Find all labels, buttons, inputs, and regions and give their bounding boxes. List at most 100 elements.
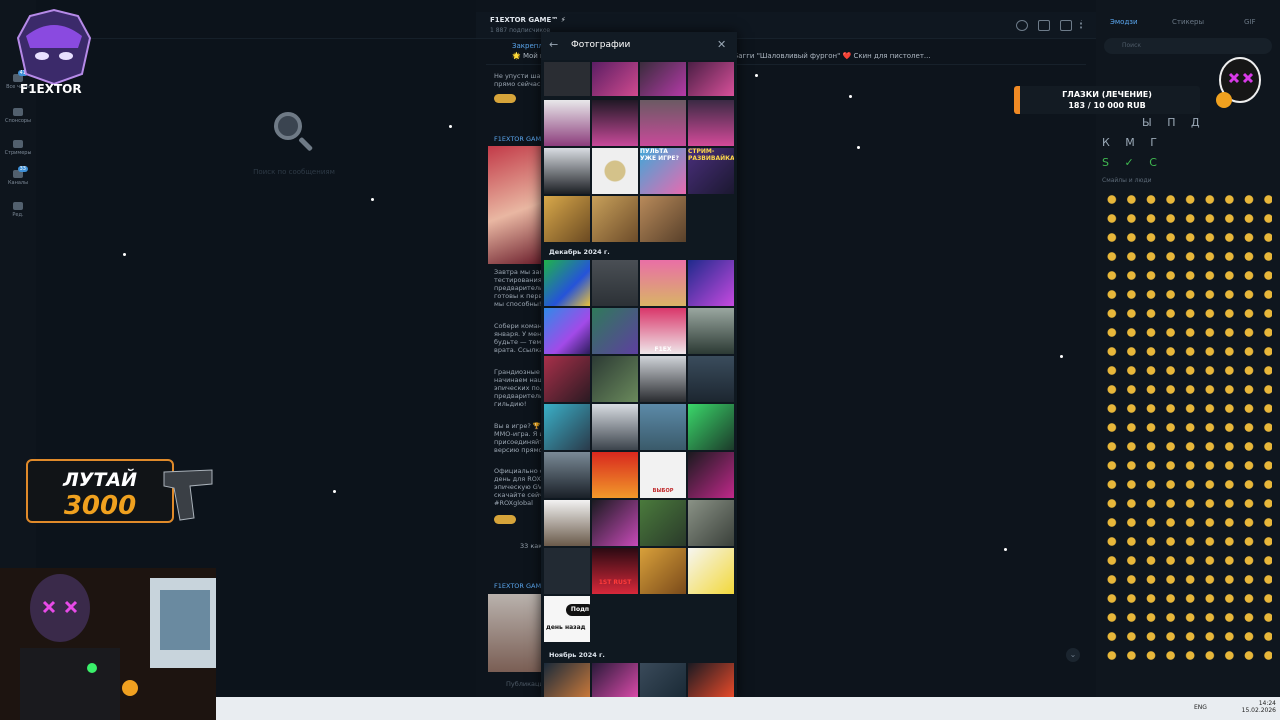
clock-date: 15.02.2026 xyxy=(1241,707,1276,714)
folder-streamers[interactable]: Стримеры xyxy=(0,140,36,156)
photo-tile[interactable]: F1EX xyxy=(640,308,686,354)
photo-tile[interactable] xyxy=(544,663,590,697)
back-arrow-icon[interactable]: ← xyxy=(549,38,558,51)
photo-tile[interactable] xyxy=(688,548,734,594)
photo-tile[interactable] xyxy=(640,196,686,242)
photo-tile[interactable] xyxy=(688,663,734,697)
photo-tile[interactable] xyxy=(592,308,638,354)
loot-promo-banner: ЛУТАЙ 3000 xyxy=(26,459,174,523)
photo-tile[interactable] xyxy=(688,452,734,498)
clock[interactable]: 14:24 15.02.2026 xyxy=(1238,700,1276,714)
emoji-grid[interactable] xyxy=(1102,190,1272,670)
folder-edit[interactable]: Ред. xyxy=(0,202,36,218)
photo-tile[interactable] xyxy=(592,663,638,697)
photo-tile[interactable] xyxy=(544,100,590,146)
photo-tile[interactable] xyxy=(688,500,734,546)
language-indicator[interactable]: ENG xyxy=(1194,704,1207,711)
photo-tile[interactable]: СТРИМ-РАЗВИВАЙКА xyxy=(688,148,734,194)
photo-tile[interactable]: ПУЛЬТА УЖЕ ИГРЕ? xyxy=(640,148,686,194)
photo-tile[interactable] xyxy=(544,500,590,546)
photo-tile[interactable] xyxy=(544,452,590,498)
sidebar-toggle-icon[interactable] xyxy=(1060,20,1072,31)
channel-title: F1EXTOR GAME™ ⚡ xyxy=(490,16,566,24)
photo-tile[interactable] xyxy=(544,62,590,96)
photo-tile[interactable] xyxy=(688,356,734,402)
tab-emoji[interactable]: Эмодзи xyxy=(1110,18,1138,26)
photo-tile[interactable] xyxy=(544,148,590,194)
photo-tile[interactable] xyxy=(544,196,590,242)
reaction-badge[interactable] xyxy=(494,94,516,103)
more-icon[interactable] xyxy=(1080,20,1086,29)
custom-emoji-row[interactable]: Ы П Д xyxy=(1142,116,1206,129)
month-header: Декабрь 2024 г. xyxy=(549,248,610,256)
snowflake xyxy=(849,95,852,98)
photo-tile[interactable] xyxy=(544,308,590,354)
photo-tile[interactable]: ВЫБОР МУЖЧИНЫ xyxy=(640,452,686,498)
snowflake xyxy=(449,125,452,128)
photo-tile[interactable]: Подп день назад xyxy=(544,596,590,642)
logo-text: F1EXTOR xyxy=(20,82,82,96)
photo-tile[interactable] xyxy=(592,196,638,242)
chevron-down-icon[interactable]: ⌄ xyxy=(1066,648,1080,662)
folder-channels[interactable]: 33 Каналы xyxy=(0,166,36,186)
search-icon[interactable] xyxy=(1016,20,1028,31)
photo-tile[interactable] xyxy=(592,260,638,306)
photo-tile[interactable] xyxy=(544,356,590,402)
unread-badge: 33 xyxy=(17,166,28,172)
photo-tile[interactable] xyxy=(640,62,686,96)
post-author[interactable]: F1EXTOR GAM... xyxy=(494,582,547,590)
photo-tile[interactable] xyxy=(592,100,638,146)
loot-amount: 3000 xyxy=(63,491,137,521)
photo-tile[interactable] xyxy=(640,260,686,306)
post-author[interactable]: F1EXTOR GAM... xyxy=(494,135,547,143)
photo-tile[interactable] xyxy=(688,62,734,96)
folder-sponsors[interactable]: Спонсоры xyxy=(0,108,36,124)
photo-tile[interactable] xyxy=(640,500,686,546)
reaction-badge[interactable] xyxy=(494,515,516,524)
photo-tile[interactable] xyxy=(688,308,734,354)
photo-tile[interactable] xyxy=(592,500,638,546)
photo-tile[interactable] xyxy=(592,356,638,402)
photo-tile[interactable] xyxy=(640,663,686,697)
donation-goal-widget: ГЛАЗКИ (ЛЕЧЕНИЕ) 183 / 10 000 RUB xyxy=(1014,86,1200,114)
photo-tile[interactable] xyxy=(688,260,734,306)
donation-goal-title: ГЛАЗКИ (ЛЕЧЕНИЕ) xyxy=(1062,90,1152,99)
close-icon[interactable]: ✕ xyxy=(717,38,726,51)
photo-tile[interactable] xyxy=(640,548,686,594)
photos-modal: ← Фотографии ✕ ПУЛЬТА УЖЕ ИГРЕ? СТРИМ-РА… xyxy=(541,32,737,697)
photo-tile[interactable] xyxy=(640,100,686,146)
comments-icon[interactable] xyxy=(1038,20,1050,31)
subscribe-chip: Подп xyxy=(566,604,590,616)
tab-gif[interactable]: GIF xyxy=(1244,18,1256,26)
search-empty-hint: Поиск по сообщениям xyxy=(253,168,335,176)
folder-icon xyxy=(13,108,23,116)
streamer-logo: F1EXTOR xyxy=(8,8,100,100)
photo-tile[interactable] xyxy=(688,404,734,450)
snowflake xyxy=(1060,355,1063,358)
photo-tile[interactable] xyxy=(688,100,734,146)
photo-tile[interactable] xyxy=(592,452,638,498)
photo-tile[interactable] xyxy=(592,148,638,194)
custom-emoji-row[interactable]: S ✓ C xyxy=(1102,156,1163,169)
modal-title: Фотографии xyxy=(571,40,631,50)
video-thumbnail[interactable] xyxy=(488,594,544,672)
emoji-section-title: Смайлы и люди xyxy=(1102,177,1152,184)
folder-icon xyxy=(13,140,23,148)
tab-stickers[interactable]: Стикеры xyxy=(1172,18,1204,26)
photo-tile[interactable] xyxy=(544,548,590,594)
custom-emoji-row[interactable]: К М Г xyxy=(1102,136,1163,149)
photo-tile[interactable] xyxy=(592,404,638,450)
emoji-search-input[interactable]: Поиск xyxy=(1104,38,1272,54)
chat-search-bar[interactable] xyxy=(36,14,476,39)
sliders-icon xyxy=(13,202,23,210)
modal-header: ← Фотографии ✕ xyxy=(541,32,737,60)
snowflake xyxy=(1004,548,1007,551)
photo-tile[interactable]: 1ST RUST SERV xyxy=(592,548,638,594)
photo-tile[interactable] xyxy=(640,356,686,402)
photo-tile[interactable] xyxy=(544,404,590,450)
photo-tile[interactable] xyxy=(640,404,686,450)
photo-tile[interactable] xyxy=(592,62,638,96)
post-image[interactable] xyxy=(488,146,544,264)
tile-caption: день назад xyxy=(546,624,586,631)
photo-tile[interactable] xyxy=(544,260,590,306)
